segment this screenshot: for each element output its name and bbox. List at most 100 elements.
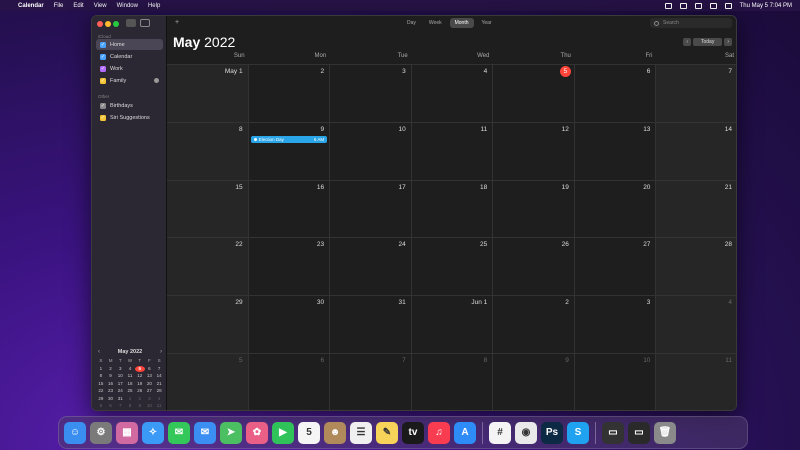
day-cell[interactable]: 7 <box>656 65 736 123</box>
day-cell[interactable]: 13 <box>574 122 657 181</box>
day-cell[interactable]: 17 <box>330 180 412 239</box>
mini-day[interactable]: 5 <box>96 403 106 409</box>
trash-icon[interactable]: 🗑 <box>654 421 676 444</box>
mini-day[interactable]: 26 <box>135 388 145 394</box>
mini-day[interactable]: 13 <box>145 373 155 379</box>
status-item-icon[interactable] <box>664 2 672 9</box>
mini-day[interactable]: 8 <box>96 373 106 379</box>
mini-day[interactable]: 16 <box>106 381 116 387</box>
day-cell[interactable]: May 1 <box>167 65 249 123</box>
mini-day[interactable]: 4 <box>154 396 164 402</box>
photoshop-icon[interactable]: Ps <box>541 421 563 444</box>
day-cell[interactable]: 15 <box>167 180 249 239</box>
day-cell[interactable]: 30 <box>248 296 331 355</box>
mini-day[interactable]: 28 <box>154 388 164 394</box>
tab-year[interactable]: Year <box>477 18 497 28</box>
mini-day[interactable]: 11 <box>125 373 135 379</box>
menu-calendar[interactable]: Calendar <box>18 3 44 9</box>
photos-icon[interactable]: ✿ <box>246 421 268 444</box>
tab-week[interactable]: Week <box>424 18 447 28</box>
wifi-icon[interactable] <box>709 2 717 9</box>
day-cell[interactable]: 5 <box>167 354 249 410</box>
menu-edit[interactable]: Edit <box>73 3 83 9</box>
day-cell[interactable]: 7 <box>330 354 412 410</box>
day-cell[interactable]: 10 <box>575 354 657 410</box>
notes-icon[interactable]: ✎ <box>376 421 398 444</box>
day-cell[interactable]: 9 Election Day 6 AM <box>248 122 331 181</box>
calendar-list-toggle-icon[interactable] <box>126 19 136 27</box>
minimize-window-button[interactable] <box>105 21 111 27</box>
status-item-icon[interactable] <box>694 2 702 9</box>
window-thumb-icon[interactable]: ▭ <box>628 421 650 444</box>
mini-day[interactable]: 27 <box>145 388 155 394</box>
day-cell[interactable]: 26 <box>493 238 575 297</box>
day-cell[interactable]: 23 <box>248 238 331 297</box>
reminders-icon[interactable]: ☰ <box>350 421 372 444</box>
mini-day[interactable]: 30 <box>106 396 116 402</box>
day-cell[interactable]: 12 <box>493 122 575 181</box>
day-cell[interactable]: 4 <box>656 296 736 355</box>
facetime-icon[interactable]: ▶ <box>272 421 294 444</box>
mini-day[interactable]: 2 <box>106 366 116 372</box>
day-cell[interactable]: 31 <box>330 296 412 355</box>
next-month-button[interactable]: › <box>724 38 732 46</box>
sidebar-item-home[interactable]: ✓ Home <box>96 39 163 50</box>
finder-icon[interactable]: ☺ <box>64 421 86 444</box>
mini-day[interactable]: 4 <box>125 366 135 372</box>
day-cell[interactable]: 11 <box>656 354 736 410</box>
inbox-icon[interactable] <box>140 19 150 27</box>
mini-day[interactable]: 1 <box>96 366 106 372</box>
day-cell[interactable]: Jun 1 <box>411 296 494 355</box>
prev-month-button[interactable]: ‹ <box>683 38 691 46</box>
tab-day[interactable]: Day <box>402 18 421 28</box>
day-cell[interactable]: 3 <box>574 296 657 355</box>
menu-view[interactable]: View <box>94 3 107 9</box>
day-cell[interactable]: 20 <box>574 180 657 239</box>
checkbox-icon[interactable]: ✓ <box>100 102 106 109</box>
sidebar-item-work[interactable]: ✓ Work <box>96 63 163 74</box>
mini-day[interactable]: 19 <box>135 381 145 387</box>
day-cell[interactable]: 16 <box>248 180 331 239</box>
mini-day[interactable]: 23 <box>106 388 116 394</box>
day-cell[interactable]: 11 <box>411 122 494 181</box>
mini-day[interactable]: 6 <box>145 366 155 372</box>
day-cell[interactable]: 8 <box>167 122 249 181</box>
mini-day[interactable]: 2 <box>135 396 145 402</box>
mini-day[interactable]: 20 <box>145 381 155 387</box>
status-item-icon[interactable] <box>679 2 687 9</box>
contacts-icon[interactable]: ☻ <box>324 421 346 444</box>
mini-day[interactable]: 8 <box>125 403 135 409</box>
checkbox-icon[interactable]: ✓ <box>100 77 106 84</box>
day-cell[interactable]: 21 <box>656 180 736 239</box>
sidebar-item-family[interactable]: ✓ Family <box>96 75 163 86</box>
mini-day[interactable]: 31 <box>115 396 125 402</box>
launchpad-icon[interactable]: ▦ <box>116 421 138 444</box>
mini-day[interactable]: 9 <box>106 373 116 379</box>
day-cell[interactable]: 18 <box>411 180 494 239</box>
screenshot-thumb-icon[interactable]: ▭ <box>602 421 624 444</box>
day-cell[interactable]: 19 <box>493 180 575 239</box>
mini-day[interactable]: 9 <box>135 403 145 409</box>
mini-day[interactable]: 3 <box>145 396 155 402</box>
menu-window[interactable]: Window <box>117 3 138 9</box>
battery-icon[interactable] <box>724 2 732 9</box>
day-cell[interactable]: 14 <box>656 122 736 181</box>
mini-day[interactable]: 5 <box>134 365 145 372</box>
mini-day[interactable]: 1 <box>125 396 135 402</box>
day-cell[interactable]: 3 <box>330 65 412 123</box>
mini-day[interactable]: 7 <box>154 366 164 372</box>
mini-day[interactable]: 21 <box>154 381 164 387</box>
event-election-day[interactable]: Election Day 6 AM <box>250 135 328 143</box>
mini-day[interactable]: 17 <box>115 381 125 387</box>
search-input[interactable]: Search <box>650 18 732 28</box>
mini-day[interactable]: 29 <box>96 396 106 402</box>
mini-day[interactable]: 14 <box>154 373 164 379</box>
day-cell[interactable]: 6 <box>574 65 657 123</box>
mini-day[interactable]: 11 <box>154 403 164 409</box>
sidebar-item-siri-suggestions[interactable]: ✓ Siri Suggestions <box>96 112 163 123</box>
day-cell[interactable]: 8 <box>412 354 494 410</box>
mini-day[interactable]: 15 <box>96 381 106 387</box>
tv-icon[interactable]: tv <box>402 421 424 444</box>
menu-help[interactable]: Help <box>148 3 160 9</box>
day-cell[interactable]: 24 <box>330 238 412 297</box>
